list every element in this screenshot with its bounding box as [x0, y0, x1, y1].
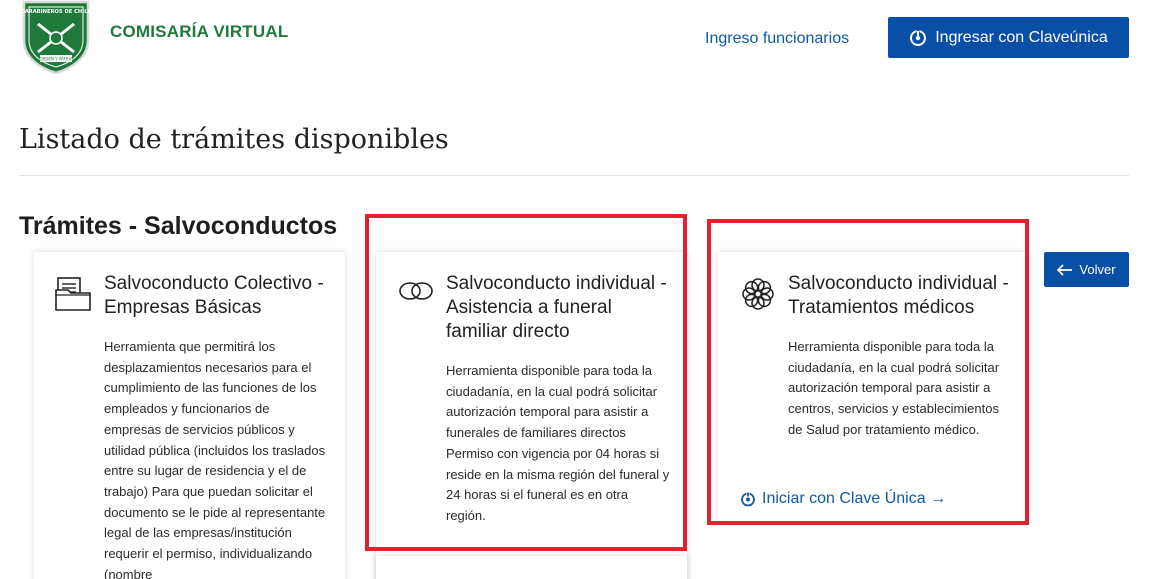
page-title: Listado de trámites disponibles [19, 124, 449, 155]
card-description: Herramienta disponible para toda la ciud… [788, 339, 1000, 437]
card-salvoconducto-funeral[interactable]: Salvoconducto individual - Asistencia a … [376, 252, 687, 579]
folder-documents-icon [55, 277, 91, 311]
section-title: Trámites - Salvoconductos [19, 212, 338, 240]
staff-login-link[interactable]: Ingreso funcionarios [705, 30, 849, 48]
start-link-label: Iniciar con Clave Única → [762, 490, 947, 507]
start-claveunica-link[interactable]: Iniciar con Clave Única → [740, 490, 946, 508]
infinity-rings-icon [399, 282, 433, 300]
login-button-label: Ingresar con Claveúnica [935, 28, 1108, 46]
card-salvoconducto-colectivo[interactable]: Salvoconducto Colectivo - Empresas Básic… [34, 252, 345, 579]
card-title[interactable]: Salvoconducto individual - Tratamientos … [788, 272, 1018, 320]
card-description: Herramienta disponible para toda la ciud… [446, 363, 670, 523]
site-header: CARABINEROS DE CHILE ORDEN Y PATRIA COMI… [0, 0, 1167, 80]
card-salvoconducto-tratamientos[interactable]: Salvoconducto individual - Tratamientos … [718, 252, 1027, 522]
card-description: Herramienta que permitirá los desplazami… [104, 339, 326, 579]
arrow-left-icon [1057, 263, 1073, 276]
card-title[interactable]: Salvoconducto Colectivo - Empresas Básic… [104, 272, 334, 320]
svg-text:CARABINEROS DE CHILE: CARABINEROS DE CHILE [21, 9, 92, 15]
back-button-label: Volver [1079, 262, 1116, 277]
next-card-peek [376, 556, 687, 579]
brand-title[interactable]: COMISARÍA VIRTUAL [110, 22, 288, 42]
svg-text:ORDEN Y PATRIA: ORDEN Y PATRIA [39, 57, 72, 62]
medical-flower-icon [742, 278, 774, 310]
carabineros-logo[interactable]: CARABINEROS DE CHILE ORDEN Y PATRIA [20, 0, 92, 74]
power-icon [910, 29, 927, 46]
card-title[interactable]: Salvoconducto individual - Asistencia a … [446, 272, 674, 344]
title-divider [19, 175, 1129, 176]
power-icon [741, 491, 755, 507]
claveunica-login-button[interactable]: Ingresar con Claveúnica [888, 17, 1129, 58]
back-button[interactable]: Volver [1044, 252, 1129, 287]
